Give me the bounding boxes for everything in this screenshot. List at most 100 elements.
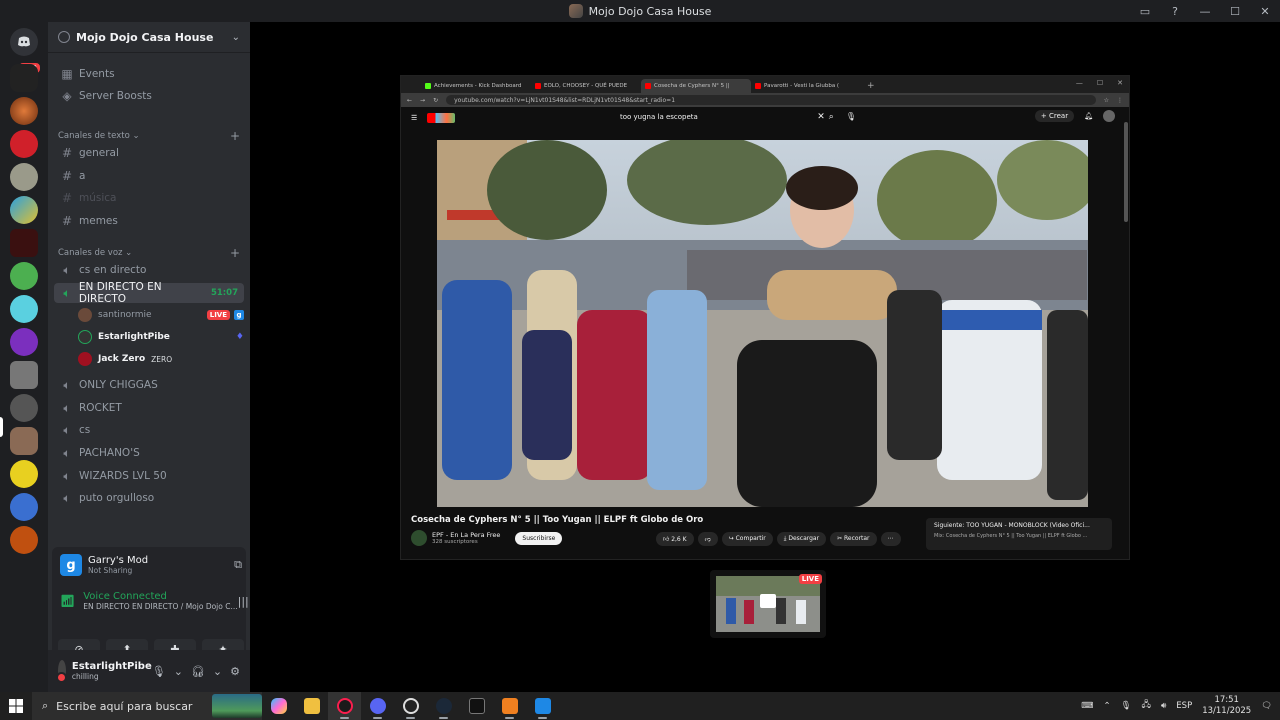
voice-user-santinormie[interactable]: santinormie LIVE g xyxy=(78,305,244,325)
inbox-icon[interactable]: ▭ xyxy=(1130,0,1160,22)
server-icon-orange[interactable] xyxy=(10,97,38,125)
speaker-icon: 🔈︎ xyxy=(63,422,71,437)
voice-channel-puto-orgulloso[interactable]: 🔈︎ puto orgulloso xyxy=(54,488,244,508)
start-button[interactable] xyxy=(0,692,32,720)
chevron-down-icon[interactable]: ⌄ xyxy=(174,665,183,678)
server-icon-mojo-dojo[interactable] xyxy=(10,427,38,455)
server-header[interactable]: Mojo Dojo Casa House ⌄ xyxy=(48,22,250,53)
close-button[interactable]: ✕ xyxy=(1250,0,1280,22)
voice-connection-row: 📶︎ Voice Connected EN DIRECTO EN DIRECTO… xyxy=(60,587,268,615)
add-channel-icon[interactable]: + xyxy=(230,129,240,143)
server-icon-gray[interactable] xyxy=(10,163,38,191)
system-tray: ⌨ ⌃ 🎙︎ 🖧 🔊︎ ESP 17:51 13/11/2025 🗨︎ xyxy=(1081,695,1280,717)
maximize-button[interactable]: ☐ xyxy=(1220,0,1250,22)
calendar-icon: ▦ xyxy=(61,67,73,81)
headphones-icon[interactable]: 🎧︎ xyxy=(191,665,205,678)
opera-gx-icon[interactable] xyxy=(328,692,361,720)
channel-name: EPF - En La Pera Free xyxy=(432,531,501,539)
voice-channel-wizards[interactable]: 🔈︎ WIZARDS LVL 50 xyxy=(54,466,244,486)
server-icon-blue2[interactable] xyxy=(10,493,38,521)
minimize-button[interactable]: — xyxy=(1190,0,1220,22)
voice-channel-en-directo[interactable]: 🔈︎ EN DIRECTO EN DIRECTO 51:07 xyxy=(54,281,244,305)
settings-gear-icon[interactable]: ⚙ xyxy=(230,665,240,678)
copilot-icon[interactable] xyxy=(262,692,295,720)
help-icon[interactable]: ? xyxy=(1160,0,1190,22)
voice-channel-cs-en-directo[interactable]: 🔈︎ cs en directo xyxy=(54,260,244,280)
address-bar: youtube.com/watch?v=LjN1vt01S48&list=RDL… xyxy=(446,95,1096,105)
share-screen-icon[interactable]: ⧉ xyxy=(234,558,242,572)
server-icon-face[interactable] xyxy=(10,394,38,422)
next-video-panel: Siguiente: TOO YUGAN - MONOBLOCK (Video … xyxy=(926,518,1112,550)
channel-memes[interactable]: # memes xyxy=(54,211,244,231)
user-panel: EstarlightPibe chilling 🎙︎ ⌄ 🎧︎ ⌄ ⚙ xyxy=(48,650,250,692)
taskbar-search[interactable]: ⌕ Escribe aquí para buscar xyxy=(32,692,262,720)
channel-general[interactable]: # general xyxy=(54,143,244,163)
discord-icon xyxy=(18,36,30,47)
search-placeholder: Escribe aquí para buscar xyxy=(56,699,193,713)
file-explorer-icon[interactable] xyxy=(295,692,328,720)
garrys-mod-taskbar-icon-2[interactable] xyxy=(526,692,559,720)
network-icon[interactable]: 🖧 xyxy=(1141,699,1150,713)
kick-icon xyxy=(425,83,431,89)
search-highlight-image xyxy=(212,694,262,718)
noise-suppression-icon[interactable]: ||| xyxy=(238,595,249,608)
download-button: ⤓ Descargar xyxy=(776,532,827,546)
stream-preview-thumbnail[interactable]: LIVE xyxy=(710,570,826,638)
browser-tab-strip: Achievements - Kick Dashboard EOLO, CHOO… xyxy=(401,76,1129,93)
keyboard-icon[interactable]: ⌨ xyxy=(1081,701,1093,711)
add-channel-icon[interactable]: + xyxy=(230,246,240,260)
discord-taskbar-icon[interactable] xyxy=(361,692,394,720)
extensions-icon: ⋮ xyxy=(1117,96,1123,104)
menu-events[interactable]: ▦ Events xyxy=(54,64,244,84)
language-indicator[interactable]: ESP xyxy=(1176,701,1192,711)
voice-user-jack-zero[interactable]: Jack Zero ZERO xyxy=(78,349,244,369)
steam-icon[interactable] xyxy=(427,692,460,720)
voice-channel-only-chiggas[interactable]: 🔈︎ ONLY CHIGGAS xyxy=(54,375,244,395)
server-icon-dark-red[interactable] xyxy=(10,229,38,257)
server-icon-blue[interactable] xyxy=(10,196,38,224)
volume-icon[interactable]: 🔊︎ xyxy=(1161,701,1166,711)
channel-a[interactable]: # a xyxy=(54,166,244,186)
notifications-icon[interactable]: 🗨︎ xyxy=(1261,701,1272,711)
chevron-down-icon[interactable]: ⌄ xyxy=(213,665,222,678)
voice-channel-rocket[interactable]: 🔈︎ ROCKET xyxy=(54,398,244,418)
server-boost-icon xyxy=(58,31,70,43)
microphone-icon[interactable]: 🎙︎ xyxy=(1121,701,1132,711)
server-icon-purple[interactable] xyxy=(10,328,38,356)
youtube-header-actions: + Crear 🔔︎ xyxy=(1034,110,1115,122)
avatar[interactable] xyxy=(55,660,67,683)
voice-user-estarlightpibe[interactable]: EstarlightPibe ♦ xyxy=(78,327,244,347)
hash-icon: # xyxy=(61,169,73,183)
category-text-channels[interactable]: Canales de texto ⌄ + xyxy=(58,129,240,143)
hash-icon: # xyxy=(61,214,73,228)
server-icon-cyan[interactable] xyxy=(10,295,38,323)
terminal-icon[interactable] xyxy=(460,692,493,720)
speaker-icon: 🔈︎ xyxy=(63,285,71,300)
channel-row: EPF - En La Pera Free 328 suscriptores S… xyxy=(411,530,563,546)
server-name: Mojo Dojo Casa House xyxy=(76,30,214,44)
category-voice-channels[interactable]: Canales de voz ⌄ + xyxy=(58,246,240,260)
browser-tab-active: Cosecha de Cyphers N° 5 || xyxy=(641,79,751,93)
voice-channel-pachanos[interactable]: 🔈︎ PACHANO'S xyxy=(54,443,244,463)
clock[interactable]: 17:51 13/11/2025 xyxy=(1202,695,1251,717)
garrys-mod-taskbar-icon[interactable] xyxy=(493,692,526,720)
obs-icon[interactable] xyxy=(394,692,427,720)
server-icon-yellow[interactable] xyxy=(10,460,38,488)
server-icon-orange2[interactable] xyxy=(10,526,38,554)
tray-overflow-icon[interactable]: ⌃ xyxy=(1104,701,1111,711)
direct-messages-button[interactable] xyxy=(10,28,38,56)
microphone-icon[interactable]: 🎙︎ xyxy=(152,665,166,678)
channel-musica[interactable]: # música xyxy=(54,188,244,208)
voice-channel-cs[interactable]: 🔈︎ cs xyxy=(54,420,244,440)
stream-view[interactable]: Achievements - Kick Dashboard EOLO, CHOO… xyxy=(250,22,1280,692)
server-icon-gray2[interactable] xyxy=(10,361,38,389)
voice-location[interactable]: EN DIRECTO EN DIRECTO / Mojo Dojo C... xyxy=(83,602,237,611)
speaker-icon: 🔈︎ xyxy=(63,468,71,483)
subscriber-count: 328 suscriptores xyxy=(432,539,478,545)
share-button: ↪ Compartir xyxy=(721,532,773,546)
server-icon-frog[interactable] xyxy=(10,262,38,290)
menu-server-boosts[interactable]: ◈ Server Boosts xyxy=(54,86,244,106)
server-icon-red-x[interactable] xyxy=(10,130,38,158)
browser-tab: Achievements - Kick Dashboard xyxy=(421,79,531,93)
server-icon-vs[interactable] xyxy=(10,64,38,92)
